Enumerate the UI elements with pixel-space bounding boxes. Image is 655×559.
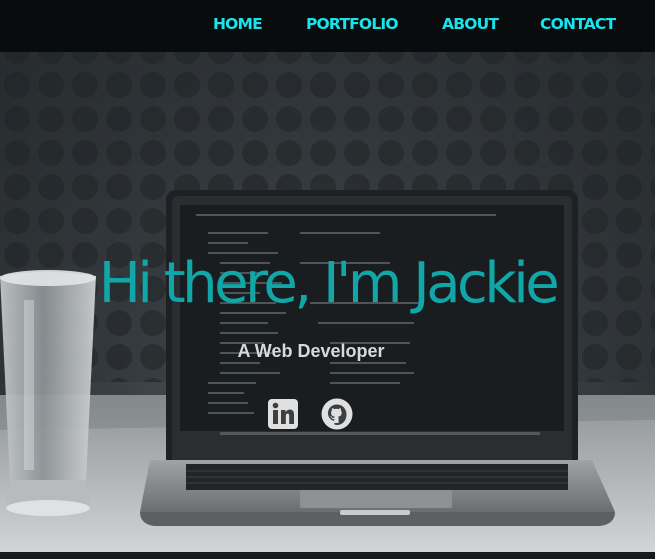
nav-home-link[interactable]: HOME <box>213 12 263 36</box>
nav-about-link[interactable]: ABOUT <box>442 12 499 36</box>
page-bottom-edge <box>0 552 655 559</box>
github-icon[interactable] <box>321 398 353 430</box>
hero-title: Hi there, I'm Jackie <box>98 251 560 316</box>
linkedin-icon[interactable] <box>267 398 299 430</box>
hero-section: Hi there, I'm Jackie A Web Developer <box>0 52 655 552</box>
nav-contact-link[interactable]: CONTACT <box>540 12 616 36</box>
nav-portfolio-link[interactable]: PORTFOLIO <box>306 12 399 36</box>
top-navigation: HOME PORTFOLIO ABOUT CONTACT <box>0 0 655 52</box>
hero-subtitle: A Web Developer <box>237 341 385 361</box>
